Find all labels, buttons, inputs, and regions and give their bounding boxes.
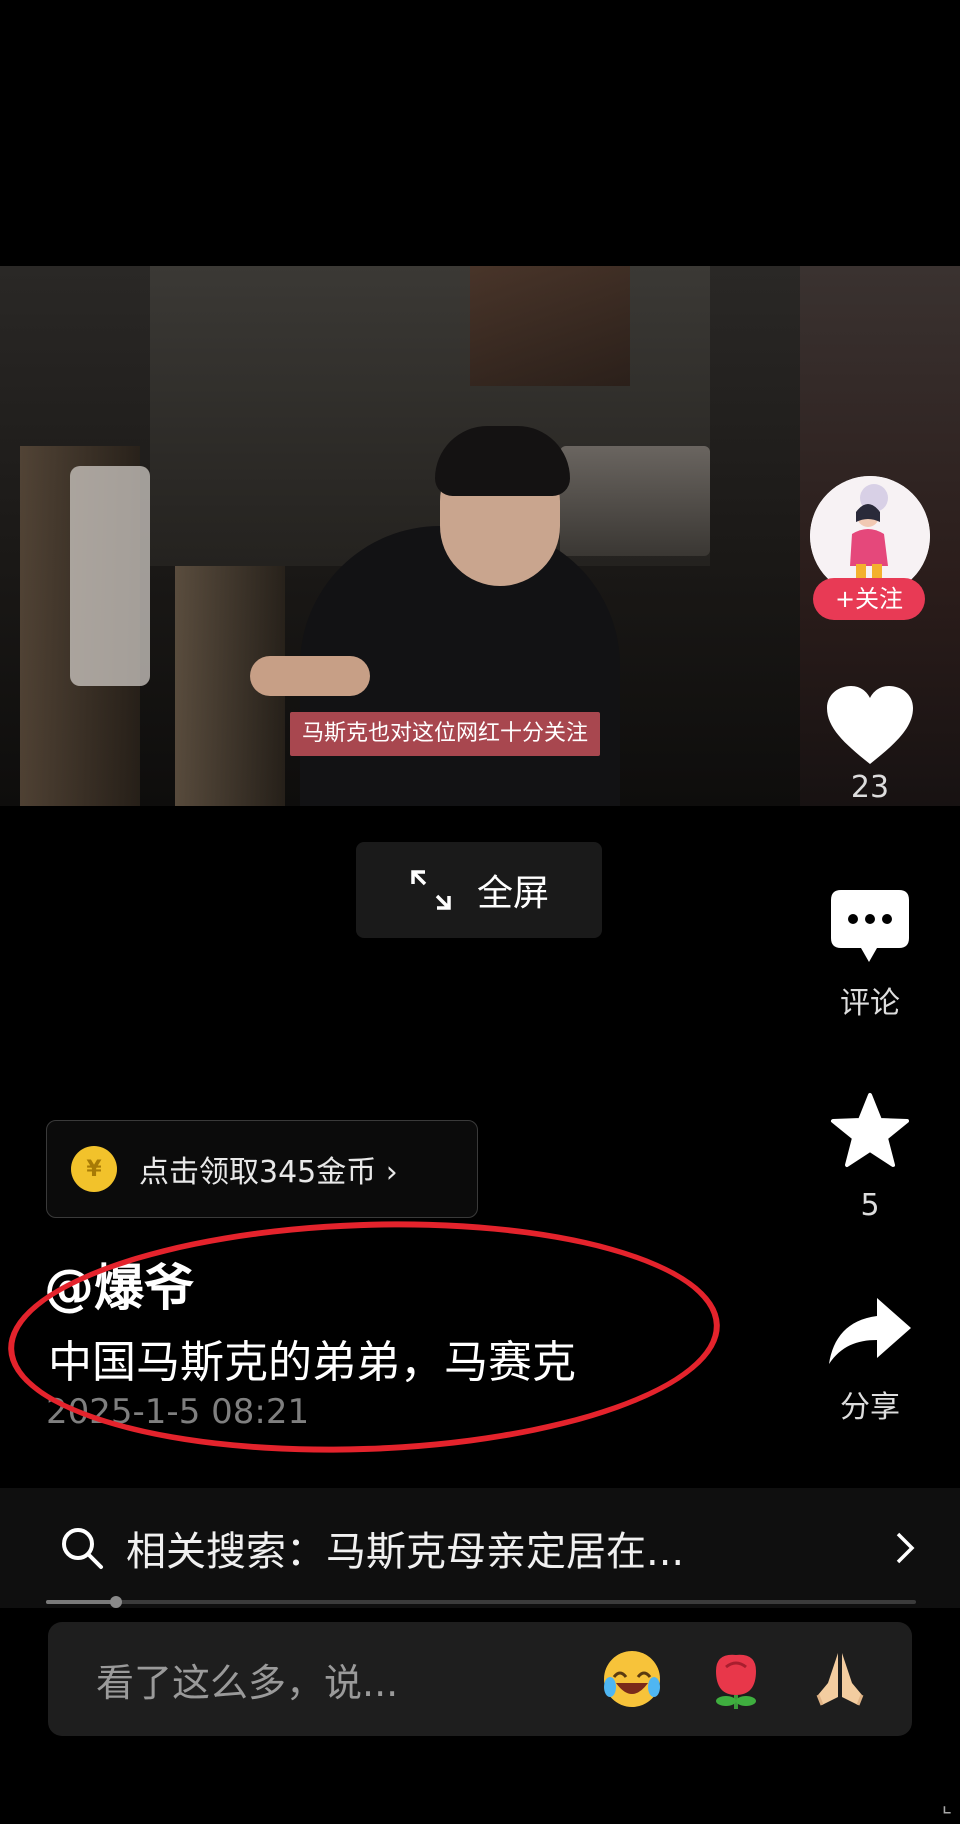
comment-input-bar[interactable]: 看了这么多，说... bbox=[48, 1622, 912, 1736]
video-cloth bbox=[70, 466, 150, 686]
follow-button[interactable]: +关注 bbox=[813, 578, 925, 620]
coin-icon: ¥ bbox=[71, 1146, 117, 1192]
video-progress-bar[interactable] bbox=[46, 1596, 916, 1608]
cursor-icon: ⌞ bbox=[941, 1793, 952, 1818]
praying-hands-emoji-icon[interactable] bbox=[808, 1647, 872, 1711]
comment-action[interactable]: 评论 bbox=[810, 888, 930, 1022]
progress-fill bbox=[46, 1600, 116, 1604]
fullscreen-label: 全屏 bbox=[476, 873, 549, 914]
search-icon bbox=[62, 1528, 103, 1569]
progress-knob[interactable] bbox=[109, 1596, 122, 1608]
favorite-action[interactable]: 5 bbox=[810, 1092, 930, 1223]
comment-label: 评论 bbox=[840, 986, 900, 1021]
chevron-right-icon bbox=[896, 1532, 915, 1564]
like-count: 23 bbox=[850, 770, 890, 805]
star-icon bbox=[831, 1093, 909, 1167]
comment-icon bbox=[831, 890, 909, 962]
expand-icon bbox=[411, 870, 451, 910]
video-caption: 马斯克也对这位网红十分关注 bbox=[290, 712, 601, 756]
comment-input[interactable]: 看了这么多，说... bbox=[96, 1652, 600, 1707]
video-hands bbox=[250, 656, 370, 696]
share-label: 分享 bbox=[840, 1390, 900, 1425]
share-icon bbox=[829, 1298, 911, 1364]
coin-reward-label: 点击领取345金币 › bbox=[139, 1155, 398, 1190]
related-search-bar[interactable]: 相关搜索：马斯克母亲定居在... bbox=[0, 1488, 960, 1608]
heart-icon bbox=[827, 686, 913, 764]
video-poster bbox=[470, 266, 630, 386]
rose-emoji-icon[interactable] bbox=[704, 1647, 768, 1711]
laughing-crying-emoji-icon[interactable] bbox=[600, 1647, 664, 1711]
like-action[interactable]: 23 bbox=[810, 684, 930, 805]
coin-reward-button[interactable]: ¥ 点击领取345金币 › bbox=[46, 1120, 478, 1218]
related-search-label: 相关搜索：马斯克母亲定居在... bbox=[126, 1529, 685, 1575]
favorite-count: 5 bbox=[860, 1188, 880, 1223]
share-action[interactable]: 分享 bbox=[810, 1294, 930, 1426]
fullscreen-button[interactable]: 全屏 bbox=[356, 842, 602, 938]
